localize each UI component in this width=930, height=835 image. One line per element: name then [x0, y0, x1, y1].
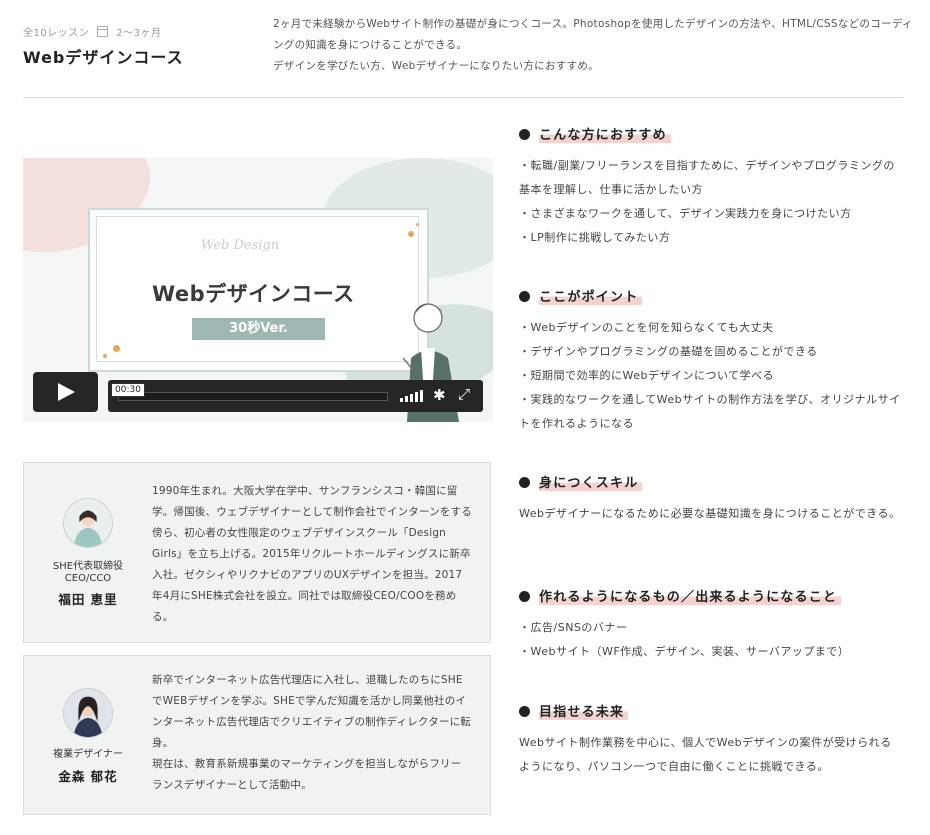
video-title: Webデザインコース	[152, 282, 355, 306]
section-list: Webサイト制作業務を中心に、個人でWebデザインの案件が受けられるようになり、…	[519, 731, 903, 779]
course-title: Webデザインコース	[23, 48, 184, 67]
instructor-name: 金森 郁花	[58, 769, 118, 784]
decoration-dot	[416, 223, 419, 226]
section-heading: 作れるようになるもの／出来るようになること	[519, 586, 842, 605]
section-heading: 身につくスキル	[519, 472, 643, 491]
instructor-role: SHE代表取締役 CEO/CCO	[52, 561, 124, 584]
divider	[23, 97, 903, 98]
list-item: ・Webサイト（WF作成、デザイン、実装、サーバアップまで）	[519, 645, 850, 658]
list-item: ・デザインやプログラミングの基礎を固めることができる	[519, 345, 818, 358]
list-item: ・さまざまなワークを通して、デザイン実践力を身につけたい方	[519, 207, 852, 220]
section-list: ・転職/副業/フリーランスを目指すために、デザインやプログラミングの基本を理解し…	[519, 154, 903, 250]
instructor-name: 福田 恵里	[58, 592, 118, 607]
instructor-bio: 新卒でインターネット広告代理店に入社し、退職したのちにSHEでWEBデザインを学…	[152, 674, 472, 791]
bullet-icon	[519, 291, 530, 302]
gear-icon[interactable]: ✱	[433, 387, 446, 403]
progress-track[interactable]: 00:30	[111, 383, 388, 401]
avatar	[63, 498, 113, 548]
bullet-icon	[519, 591, 530, 602]
instructor-bio: 1990年生まれ。大阪大学在学中、サンフランシスコ・韓国に留学。帰国後、ウェブデ…	[152, 485, 472, 623]
bullet-icon	[519, 477, 530, 488]
calendar-icon	[97, 26, 109, 37]
course-meta: 全10レッスン 2〜3ヶ月	[23, 24, 161, 39]
avatar	[63, 688, 113, 738]
course-description-line: 2ヶ月で未経験からWebサイト制作の基礎が身につくコース。Photoshopを使…	[273, 18, 913, 51]
bullet-icon	[519, 129, 530, 140]
list-item: ・LP制作に挑戦してみたい方	[519, 231, 671, 244]
avatar-photo-icon	[64, 499, 112, 547]
list-item: ・広告/SNSのバナー	[519, 621, 628, 634]
avatar-photo-icon	[64, 689, 112, 737]
section-list: Webデザイナーになるために必要な基礎知識を身につけることができる。	[519, 502, 903, 526]
section-heading: こんな方におすすめ	[519, 124, 671, 143]
list-item: ・実践的なワークを通してWebサイトの制作方法を学び、オリジナルサイトを作れるよ…	[519, 393, 901, 430]
course-header: 全10レッスン 2〜3ヶ月 Webデザインコース 2ヶ月で未経験からWebサイト…	[23, 18, 912, 98]
course-duration: 2〜3ヶ月	[116, 28, 162, 39]
lesson-count: 全10レッスン	[23, 28, 90, 39]
instructor-role: 複業デザイナー	[53, 749, 123, 760]
play-button[interactable]	[33, 372, 98, 412]
decoration-dot	[103, 354, 107, 358]
video-badge: 30秒Ver.	[192, 318, 325, 340]
decoration-dot	[408, 231, 414, 237]
list-item: ・短期間で効率的にWebデザインについて学べる	[519, 369, 775, 382]
list-item: Webサイト制作業務を中心に、個人でWebデザインの案件が受けられるようになり、…	[519, 736, 892, 773]
volume-icon[interactable]	[400, 388, 424, 402]
instructor-card: SHE代表取締役 CEO/CCO 福田 恵里 1990年生まれ。大阪大学在学中、…	[23, 462, 491, 643]
list-item: ・転職/副業/フリーランスを目指すために、デザインやプログラミングの基本を理解し…	[519, 159, 895, 196]
course-description: 2ヶ月で未経験からWebサイト制作の基礎が身につくコース。Photoshopを使…	[273, 14, 913, 77]
section-heading: 目指せる未来	[519, 701, 629, 720]
course-description-line: デザインを学びたい方、Webデザイナーになりたい方におすすめ。	[273, 60, 599, 72]
video-player[interactable]: Web Design Webデザインコース 30秒Ver. 00:30 ✱ ⤢	[23, 158, 493, 422]
section-list: ・広告/SNSのバナー ・Webサイト（WF作成、デザイン、実装、サーバアップま…	[519, 616, 903, 664]
section-heading: ここがポイント	[519, 286, 643, 305]
video-controls: 00:30 ✱ ⤢	[108, 380, 483, 412]
section-list: ・Webデザインのことを何を知らなくても大丈夫 ・デザインやプログラミングの基礎…	[519, 316, 903, 436]
bullet-icon	[519, 706, 530, 717]
list-item: ・Webデザインのことを何を知らなくても大丈夫	[519, 321, 774, 334]
list-item: Webデザイナーになるために必要な基礎知識を身につけることができる。	[519, 507, 901, 520]
video-script-text: Web Design	[201, 238, 280, 253]
time-tooltip: 00:30	[111, 383, 145, 397]
decoration-dot	[113, 345, 120, 352]
fullscreen-icon[interactable]: ⤢	[458, 385, 470, 403]
instructor-card: 複業デザイナー 金森 郁花 新卒でインターネット広告代理店に入社し、退職したのち…	[23, 655, 491, 815]
